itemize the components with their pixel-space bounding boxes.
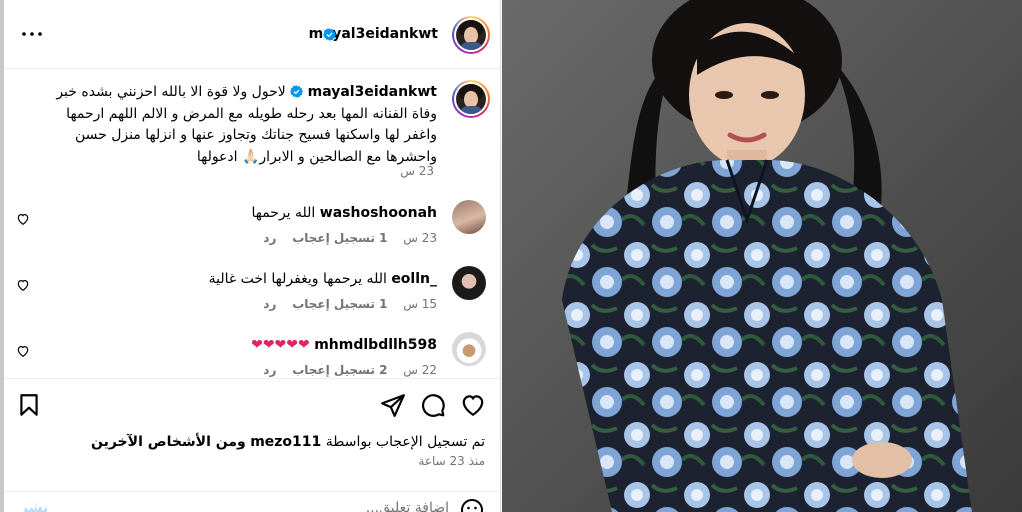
more-icon[interactable] <box>20 24 44 44</box>
commenter-username[interactable]: mhmdlbdllh598 <box>314 337 437 353</box>
reply-button[interactable]: رد <box>263 297 276 311</box>
comment-text: eolln_ الله يرحمها ويغفرلها اخت غالية <box>209 271 437 287</box>
commenter-avatar[interactable] <box>452 200 486 234</box>
comment-meta: 15 س 1 تسجيل إعجاب رد <box>251 297 437 311</box>
caption-text: mayal3eidankwt لاحول ولا قوة الا بالله ا… <box>42 82 437 168</box>
commenter-username[interactable]: washoshoonah <box>320 205 437 221</box>
comment-time[interactable]: 23 س <box>403 231 437 245</box>
comment-composer: نشر <box>4 491 500 512</box>
comment-meta: 23 س 1 تسجيل إعجاب رد <box>251 231 437 245</box>
reply-button[interactable]: رد <box>263 363 276 377</box>
verified-icon <box>290 85 304 98</box>
post-caption: mayal3eidankwt لاحول ولا قوة الا بالله ا… <box>4 70 500 190</box>
author-avatar[interactable] <box>452 16 490 54</box>
comment-item: washoshoonah الله يرحمها 23 س 1 تسجيل إع… <box>4 200 500 262</box>
verified-icon <box>323 28 336 41</box>
commenter-avatar[interactable] <box>452 332 486 366</box>
comment-likes[interactable]: 2 تسجيل إعجاب <box>292 363 387 377</box>
comment-body: الله يرحمها <box>251 205 316 221</box>
caption-timestamp[interactable]: 23 س <box>400 164 434 178</box>
comment-item: eolln_ الله يرحمها ويغفرلها اخت غالية 15… <box>4 266 500 328</box>
comment-time[interactable]: 15 س <box>403 297 437 311</box>
comment-time[interactable]: 22 س <box>403 363 437 377</box>
comment-meta: 22 س 2 تسجيل إعجاب رد <box>251 363 437 377</box>
comment-text: mhmdlbdllh598 ❤❤❤❤❤ <box>251 337 437 353</box>
share-icon[interactable] <box>380 392 406 418</box>
comment-body: الله يرحمها ويغفرلها اخت غالية <box>208 271 387 287</box>
comment-body: ❤❤❤❤❤ <box>251 337 310 353</box>
heart-icon[interactable] <box>16 212 30 226</box>
heart-icon[interactable] <box>16 278 30 292</box>
heart-icon[interactable] <box>460 392 486 418</box>
emoji-icon[interactable] <box>460 498 484 512</box>
comment-likes[interactable]: 1 تسجيل إعجاب <box>292 231 387 245</box>
save-icon[interactable] <box>16 392 42 418</box>
post-timestamp: منذ 23 ساعة <box>418 454 485 468</box>
commenter-username[interactable]: eolln_ <box>391 271 437 287</box>
caption-avatar[interactable] <box>452 80 490 118</box>
reply-button[interactable]: رد <box>263 231 276 245</box>
post-photo <box>502 0 1022 512</box>
comment-likes[interactable]: 1 تسجيل إعجاب <box>292 297 387 311</box>
liker-username[interactable]: mezo111 <box>250 434 321 450</box>
likes-prefix: تم تسجيل الإعجاب بواسطة <box>325 434 485 450</box>
post-comment-button[interactable]: نشر <box>20 500 48 512</box>
comment-text: washoshoonah الله يرحمها <box>251 205 437 221</box>
post-header: mayal3eidankwt <box>4 0 500 69</box>
commenter-avatar[interactable] <box>452 266 486 300</box>
comment-icon[interactable] <box>420 392 446 418</box>
caption-username[interactable]: mayal3eidankwt <box>308 84 437 100</box>
likes-others[interactable]: ومن الأشخاص الآخرين <box>91 434 246 450</box>
post-actions: تم تسجيل الإعجاب بواسطة mezo111 ومن الأش… <box>4 378 500 512</box>
post-image[interactable] <box>502 0 1022 512</box>
likes-summary: تم تسجيل الإعجاب بواسطة mezo111 ومن الأش… <box>91 434 485 450</box>
heart-icon[interactable] <box>16 344 30 358</box>
comment-input[interactable] <box>89 500 449 512</box>
post-panel: mayal3eidankwt mayal3eidankwt لاحول ولا … <box>4 0 501 512</box>
